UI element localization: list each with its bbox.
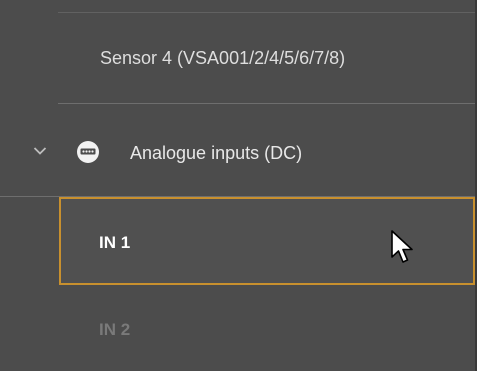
tree-item-label: IN 2 (99, 320, 131, 339)
tree-panel: Sensor 4 (VSA001/2/4/5/6/7/8) Analogue i… (0, 0, 477, 371)
tree-group-analogue-inputs[interactable]: Analogue inputs (DC) (0, 104, 477, 196)
tree-item-label: IN 1 (99, 233, 131, 252)
chevron-down-icon[interactable] (33, 146, 47, 156)
mouse-cursor-icon (391, 230, 413, 263)
tree-item-label: Sensor 4 (VSA001/2/4/5/6/7/8) (100, 47, 346, 68)
tree-group-label: Analogue inputs (DC) (130, 143, 303, 163)
tree-item-sensor-4[interactable]: Sensor 4 (VSA001/2/4/5/6/7/8) (58, 13, 477, 103)
tree-item-in-2[interactable]: IN 2 (59, 287, 477, 371)
analog-input-icon (77, 141, 99, 163)
